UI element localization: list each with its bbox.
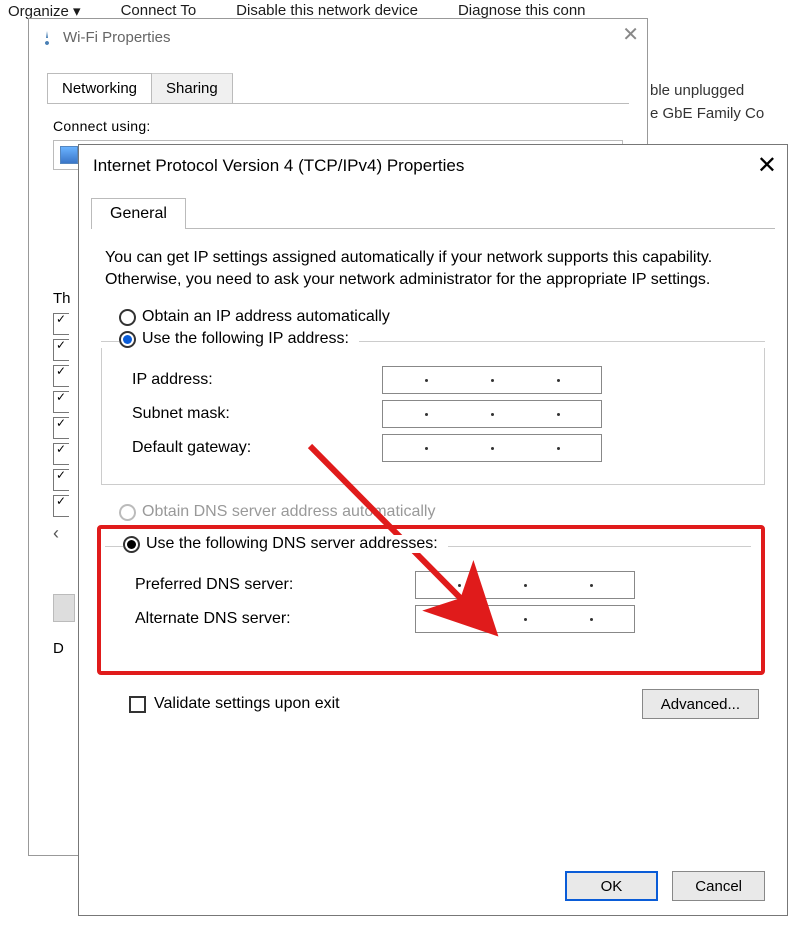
preferred-dns-label: Preferred DNS server: (125, 576, 415, 594)
radio-icon (119, 309, 136, 326)
ipv4-titlebar[interactable]: Internet Protocol Version 4 (TCP/IPv4) P… (79, 145, 787, 187)
chk-row[interactable] (53, 313, 69, 335)
preferred-dns-row: Preferred DNS server: (125, 571, 737, 599)
ipv4-close-icon[interactable]: ✕ (757, 151, 777, 180)
adapter-icon (60, 146, 78, 164)
chk-row[interactable] (53, 443, 69, 465)
radio-icon (123, 536, 140, 553)
wifi-close-icon[interactable]: ✕ (622, 25, 639, 45)
tab-general[interactable]: General (91, 198, 186, 229)
alternate-dns-row: Alternate DNS server: (125, 605, 737, 633)
ipv4-content: You can get IP settings assigned automat… (79, 229, 787, 737)
radio-use-dns-label: Use the following DNS server addresses: (146, 535, 438, 553)
wifi-title: Wi-Fi Properties (63, 29, 171, 46)
subnet-mask-row: Subnet mask: (122, 400, 750, 428)
validate-row: Validate settings upon exit Advanced... (129, 689, 765, 719)
background-side-text: ble unplugged e GbE Family Co (650, 80, 800, 125)
ip-group: Use the following IP address: IP address… (101, 330, 765, 485)
connect-using-label: Connect using: (53, 118, 623, 134)
wifi-titlebar[interactable]: Wi-Fi Properties ✕ (29, 19, 647, 55)
ip-address-input[interactable] (382, 366, 602, 394)
dns-group: Use the following DNS server addresses: … (105, 535, 751, 643)
radio-icon (119, 504, 136, 521)
validate-checkbox[interactable] (129, 696, 146, 713)
chk-row[interactable] (53, 469, 69, 491)
chk-row[interactable] (53, 365, 69, 387)
chk-row[interactable] (53, 391, 69, 413)
validate-label: Validate settings upon exit (154, 695, 340, 713)
wifi-tabs: Networking Sharing (47, 73, 629, 104)
cancel-button[interactable]: Cancel (672, 871, 765, 901)
ip-address-label: IP address: (122, 371, 382, 389)
tab-sharing[interactable]: Sharing (151, 73, 233, 103)
default-gateway-input[interactable] (382, 434, 602, 462)
radio-icon (119, 331, 136, 348)
radio-obtain-dns-label: Obtain DNS server address automatically (142, 503, 435, 521)
chk-row[interactable] (53, 417, 69, 439)
default-gateway-row: Default gateway: (122, 434, 750, 462)
subnet-mask-input[interactable] (382, 400, 602, 428)
chk-row[interactable] (53, 339, 69, 361)
radio-use-ip[interactable]: Use the following IP address: (119, 330, 353, 348)
bg-text-family: e GbE Family Co (650, 103, 800, 126)
alternate-dns-label: Alternate DNS server: (125, 610, 415, 628)
dialog-buttons: OK Cancel (565, 871, 765, 901)
tab-networking[interactable]: Networking (47, 73, 152, 103)
chk-row[interactable] (53, 495, 69, 517)
subnet-mask-label: Subnet mask: (122, 405, 382, 423)
radio-use-dns[interactable]: Use the following DNS server addresses: (123, 535, 442, 553)
radio-obtain-dns: Obtain DNS server address automatically (119, 503, 765, 521)
ipv4-intro-text: You can get IP settings assigned automat… (105, 247, 761, 290)
ipv4-title: Internet Protocol Version 4 (TCP/IPv4) P… (93, 156, 464, 176)
radio-use-ip-label: Use the following IP address: (142, 330, 349, 348)
ipv4-properties-window: Internet Protocol Version 4 (TCP/IPv4) P… (78, 144, 788, 916)
wifi-desc-left-edge (53, 594, 75, 622)
ip-address-row: IP address: (122, 366, 750, 394)
advanced-button[interactable]: Advanced... (642, 689, 759, 719)
preferred-dns-input[interactable] (415, 571, 635, 599)
alternate-dns-input[interactable] (415, 605, 635, 633)
default-gateway-label: Default gateway: (122, 439, 382, 457)
dns-highlight-box: Use the following DNS server addresses: … (97, 525, 765, 675)
radio-obtain-ip[interactable]: Obtain an IP address automatically (119, 308, 765, 326)
ok-button[interactable]: OK (565, 871, 659, 901)
wifi-icon (39, 29, 55, 45)
radio-obtain-ip-label: Obtain an IP address automatically (142, 308, 390, 326)
ipv4-tabs: General (91, 197, 775, 229)
bg-text-unplugged: ble unplugged (650, 80, 800, 103)
